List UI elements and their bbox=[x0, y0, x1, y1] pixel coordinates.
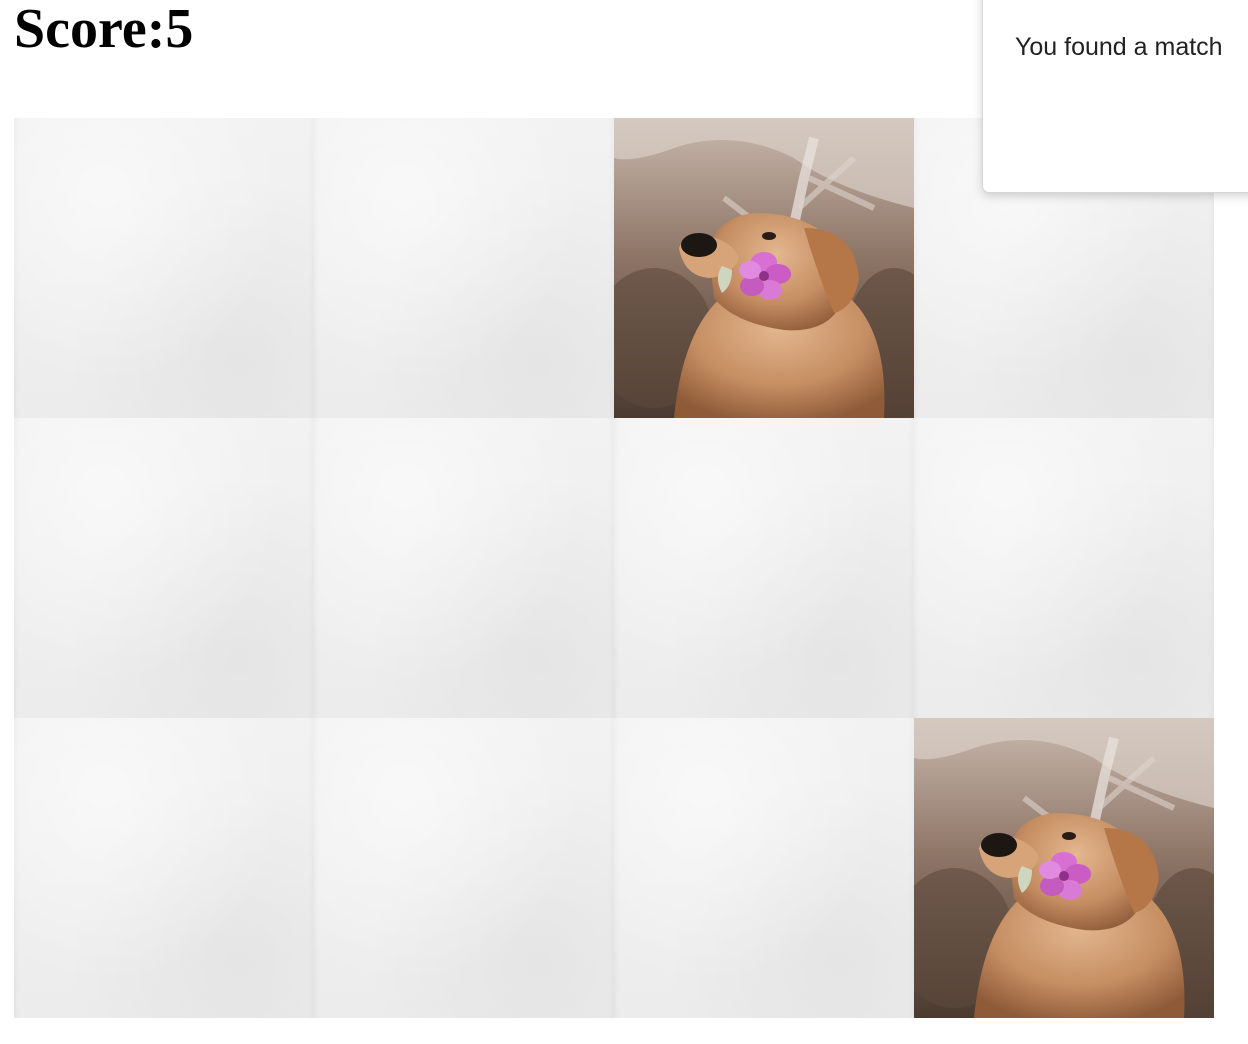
memory-card-hidden[interactable] bbox=[314, 718, 614, 1018]
memory-card-hidden[interactable] bbox=[314, 418, 614, 718]
memory-card-hidden[interactable] bbox=[314, 118, 614, 418]
memory-card-hidden[interactable] bbox=[614, 418, 914, 718]
dog-photo-image bbox=[614, 118, 914, 418]
score-heading: Score:5 bbox=[14, 0, 194, 60]
memory-card-hidden[interactable] bbox=[914, 418, 1214, 718]
memory-card-hidden[interactable] bbox=[14, 718, 314, 1018]
dog-photo-image bbox=[914, 718, 1214, 1018]
memory-card-revealed[interactable] bbox=[614, 118, 914, 418]
card-board bbox=[14, 118, 1214, 1018]
notification-message: You found a match bbox=[1015, 33, 1223, 61]
match-notification: You found a match bbox=[982, 0, 1248, 193]
memory-card-revealed[interactable] bbox=[914, 718, 1214, 1018]
memory-card-hidden[interactable] bbox=[14, 118, 314, 418]
memory-card-hidden[interactable] bbox=[614, 718, 914, 1018]
memory-card-hidden[interactable] bbox=[14, 418, 314, 718]
